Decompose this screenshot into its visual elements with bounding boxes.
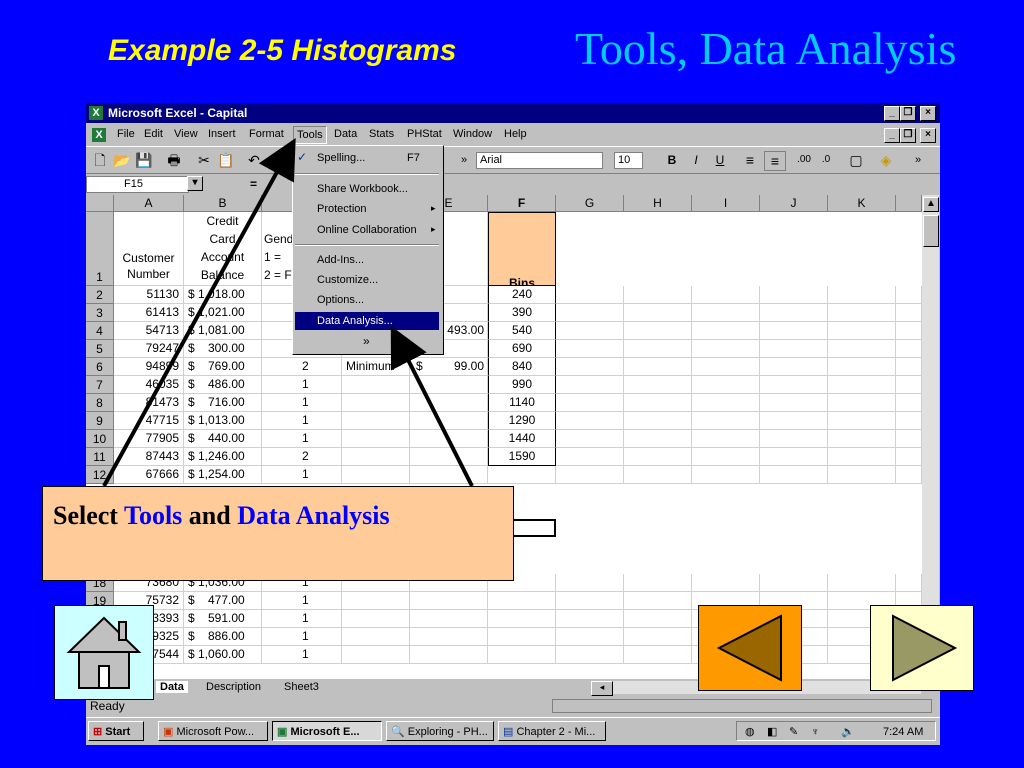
callout-prefix: Select	[53, 501, 124, 530]
arrow-to-tools	[102, 137, 296, 487]
callout-and: and	[182, 501, 238, 530]
previous-slide-button[interactable]	[698, 605, 802, 691]
home-icon	[66, 616, 142, 689]
arrow-to-data-analysis	[390, 325, 474, 487]
home-button[interactable]	[54, 605, 154, 700]
callout-data-analysis: Data Analysis	[237, 501, 390, 530]
left-arrow-icon	[716, 614, 782, 682]
callout-box: Select Tools and Data Analysis	[42, 486, 514, 581]
next-slide-button[interactable]	[870, 605, 974, 691]
callout-tools: Tools	[124, 501, 183, 530]
callout-text: Select Tools and Data Analysis	[53, 501, 390, 531]
right-arrow-icon	[892, 614, 958, 682]
